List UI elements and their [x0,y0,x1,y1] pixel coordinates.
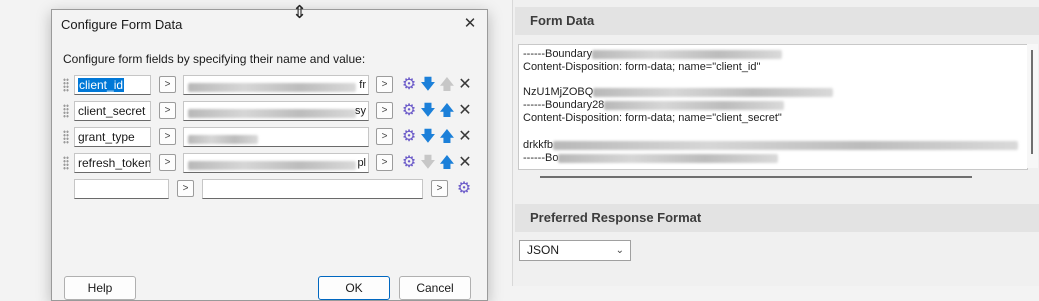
new-field-name-input[interactable] [74,179,169,199]
name-options-button[interactable]: > [159,154,176,171]
drag-handle-icon[interactable] [63,130,69,144]
horizontal-scrollbar[interactable] [540,176,972,178]
close-icon[interactable]: ✕ [459,13,481,35]
name-options-button[interactable]: > [159,102,176,119]
field-value-input[interactable]: sy [183,101,369,121]
form-data-line: ------Bo [523,152,779,165]
value-options-button[interactable]: > [376,154,393,171]
form-data-line: ------Boundary [523,48,783,61]
help-button[interactable]: Help [64,276,136,300]
gear-icon[interactable]: ⚙ [455,179,473,199]
field-name-input[interactable]: client_secret [74,101,151,121]
form-data-header: Form Data [515,7,1039,35]
scroll-thumb[interactable] [1031,50,1033,154]
arrow-down-icon[interactable]: 🡇 [419,75,437,95]
ok-button[interactable]: OK [318,276,390,300]
redacted-text [188,83,356,93]
cancel-button[interactable]: Cancel [399,276,471,300]
configure-form-data-dialog: Configure Form Data ✕ Configure form fie… [51,9,488,301]
gear-icon[interactable]: ⚙ [400,101,418,121]
field-name-input[interactable]: refresh_token [74,153,151,173]
redacted-text [558,153,779,163]
redacted-text [593,87,834,97]
field-value-input[interactable]: fr [183,75,369,95]
value-options-button[interactable]: > [376,128,393,145]
new-field-value-input[interactable] [202,179,423,199]
gear-icon[interactable]: ⚙ [400,153,418,173]
gear-icon[interactable]: ⚙ [400,127,418,147]
field-name-input[interactable]: grant_type [74,127,151,147]
dialog-title: Configure Form Data [61,17,183,32]
arrow-down-icon[interactable]: 🡇 [419,101,437,121]
new-field-row: > > ⚙ [52,179,487,201]
dialog-description: Configure form fields by specifying thei… [63,52,366,66]
form-data-line: ------Boundary28 [523,99,785,112]
redacted-text [592,49,783,59]
delete-icon[interactable]: ✕ [456,75,474,95]
redacted-text [188,109,356,119]
delete-icon[interactable]: ✕ [456,101,474,121]
form-data-textarea[interactable]: ------Boundary Content-Disposition: form… [518,44,1028,170]
field-name-input[interactable]: client_id [74,75,151,95]
arrow-up-icon[interactable]: 🡅 [438,75,456,95]
resize-cursor-icon: ⇕ [292,2,308,22]
delete-icon[interactable]: ✕ [456,153,474,173]
vertical-scrollbar[interactable] [1027,44,1038,168]
name-options-button[interactable]: > [177,180,194,197]
arrow-up-icon[interactable]: 🡅 [438,127,456,147]
arrow-up-icon[interactable]: 🡅 [438,153,456,173]
redacted-text [188,161,356,171]
form-field-row: refresh_token > pl > ⚙ 🡇 🡅 ✕ [52,153,487,175]
drag-handle-icon[interactable] [63,78,69,92]
form-field-row: client_id > fr > ⚙ 🡇 🡅 ✕ [52,75,487,97]
delete-icon[interactable]: ✕ [456,127,474,147]
chevron-down-icon: ⌄ [615,245,624,256]
form-data-line: Content-Disposition: form-data; name="cl… [523,61,761,73]
name-options-button[interactable]: > [159,76,176,93]
form-data-line: NzU1MjZOBQ [523,86,834,99]
drag-handle-icon[interactable] [63,156,69,170]
arrow-down-icon[interactable]: 🡇 [419,153,437,173]
name-options-button[interactable]: > [159,128,176,145]
response-format-value: JSON [527,243,560,257]
form-field-row: grant_type > > ⚙ 🡇 🡅 ✕ [52,127,487,149]
form-field-row: client_secret > sy > ⚙ 🡇 🡅 ✕ [52,101,487,123]
form-data-line: drkkfb [523,139,1018,152]
field-value-input[interactable] [183,127,369,147]
response-format-select[interactable]: JSON ⌄ [519,240,631,261]
gear-icon[interactable]: ⚙ [400,75,418,95]
value-options-button[interactable]: > [376,102,393,119]
arrow-up-icon[interactable]: 🡅 [438,101,456,121]
redacted-text [552,140,1018,150]
preferred-format-header: Preferred Response Format [515,204,1039,232]
value-options-button[interactable]: > [431,180,448,197]
field-value-input[interactable]: pl [183,153,369,173]
drag-handle-icon[interactable] [63,104,69,118]
form-data-line: Content-Disposition: form-data; name="cl… [523,112,782,124]
redacted-text [604,100,785,110]
value-options-button[interactable]: > [376,76,393,93]
redacted-text [188,135,258,145]
arrow-down-icon[interactable]: 🡇 [419,127,437,147]
